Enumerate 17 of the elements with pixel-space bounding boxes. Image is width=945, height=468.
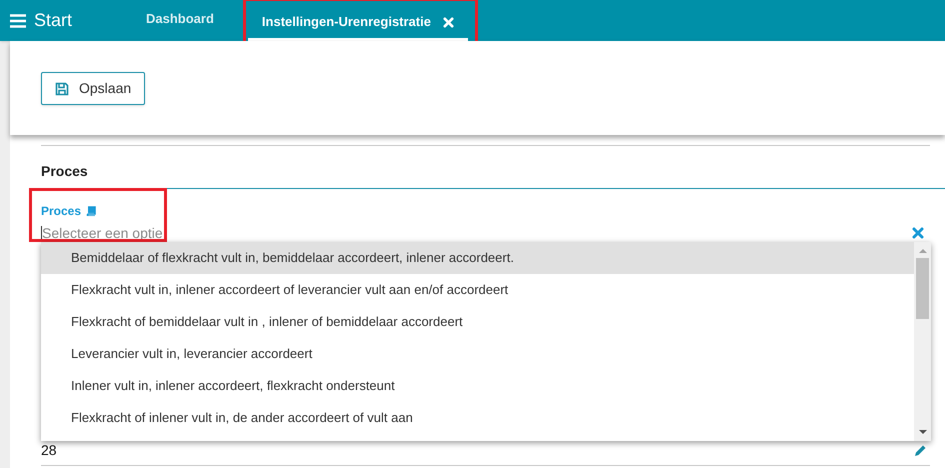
pencil-icon[interactable]: [913, 444, 927, 458]
placeholder-text: Selecteer een optie: [42, 224, 164, 242]
clear-icon[interactable]: [912, 227, 924, 239]
field-value: 28: [41, 441, 58, 460]
scroll-up-icon[interactable]: [918, 248, 926, 254]
section-title: Proces: [41, 163, 88, 179]
field-label: Proces: [41, 203, 82, 220]
menu-icon: [10, 14, 26, 28]
scrollbar[interactable]: [914, 242, 931, 441]
dropdown-option[interactable]: Bemiddelaar of flexkracht vult in, bemiddelaar accordeert, inlener accordeert.: [41, 242, 914, 274]
book-icon: [86, 206, 96, 216]
save-icon: [55, 82, 69, 96]
close-icon[interactable]: [442, 16, 454, 28]
save-button[interactable]: Opslaan: [41, 72, 146, 105]
scrollbar-thumb[interactable]: [916, 258, 929, 319]
menu-button[interactable]: Start: [0, 0, 96, 41]
scroll-down-icon[interactable]: [918, 429, 926, 435]
